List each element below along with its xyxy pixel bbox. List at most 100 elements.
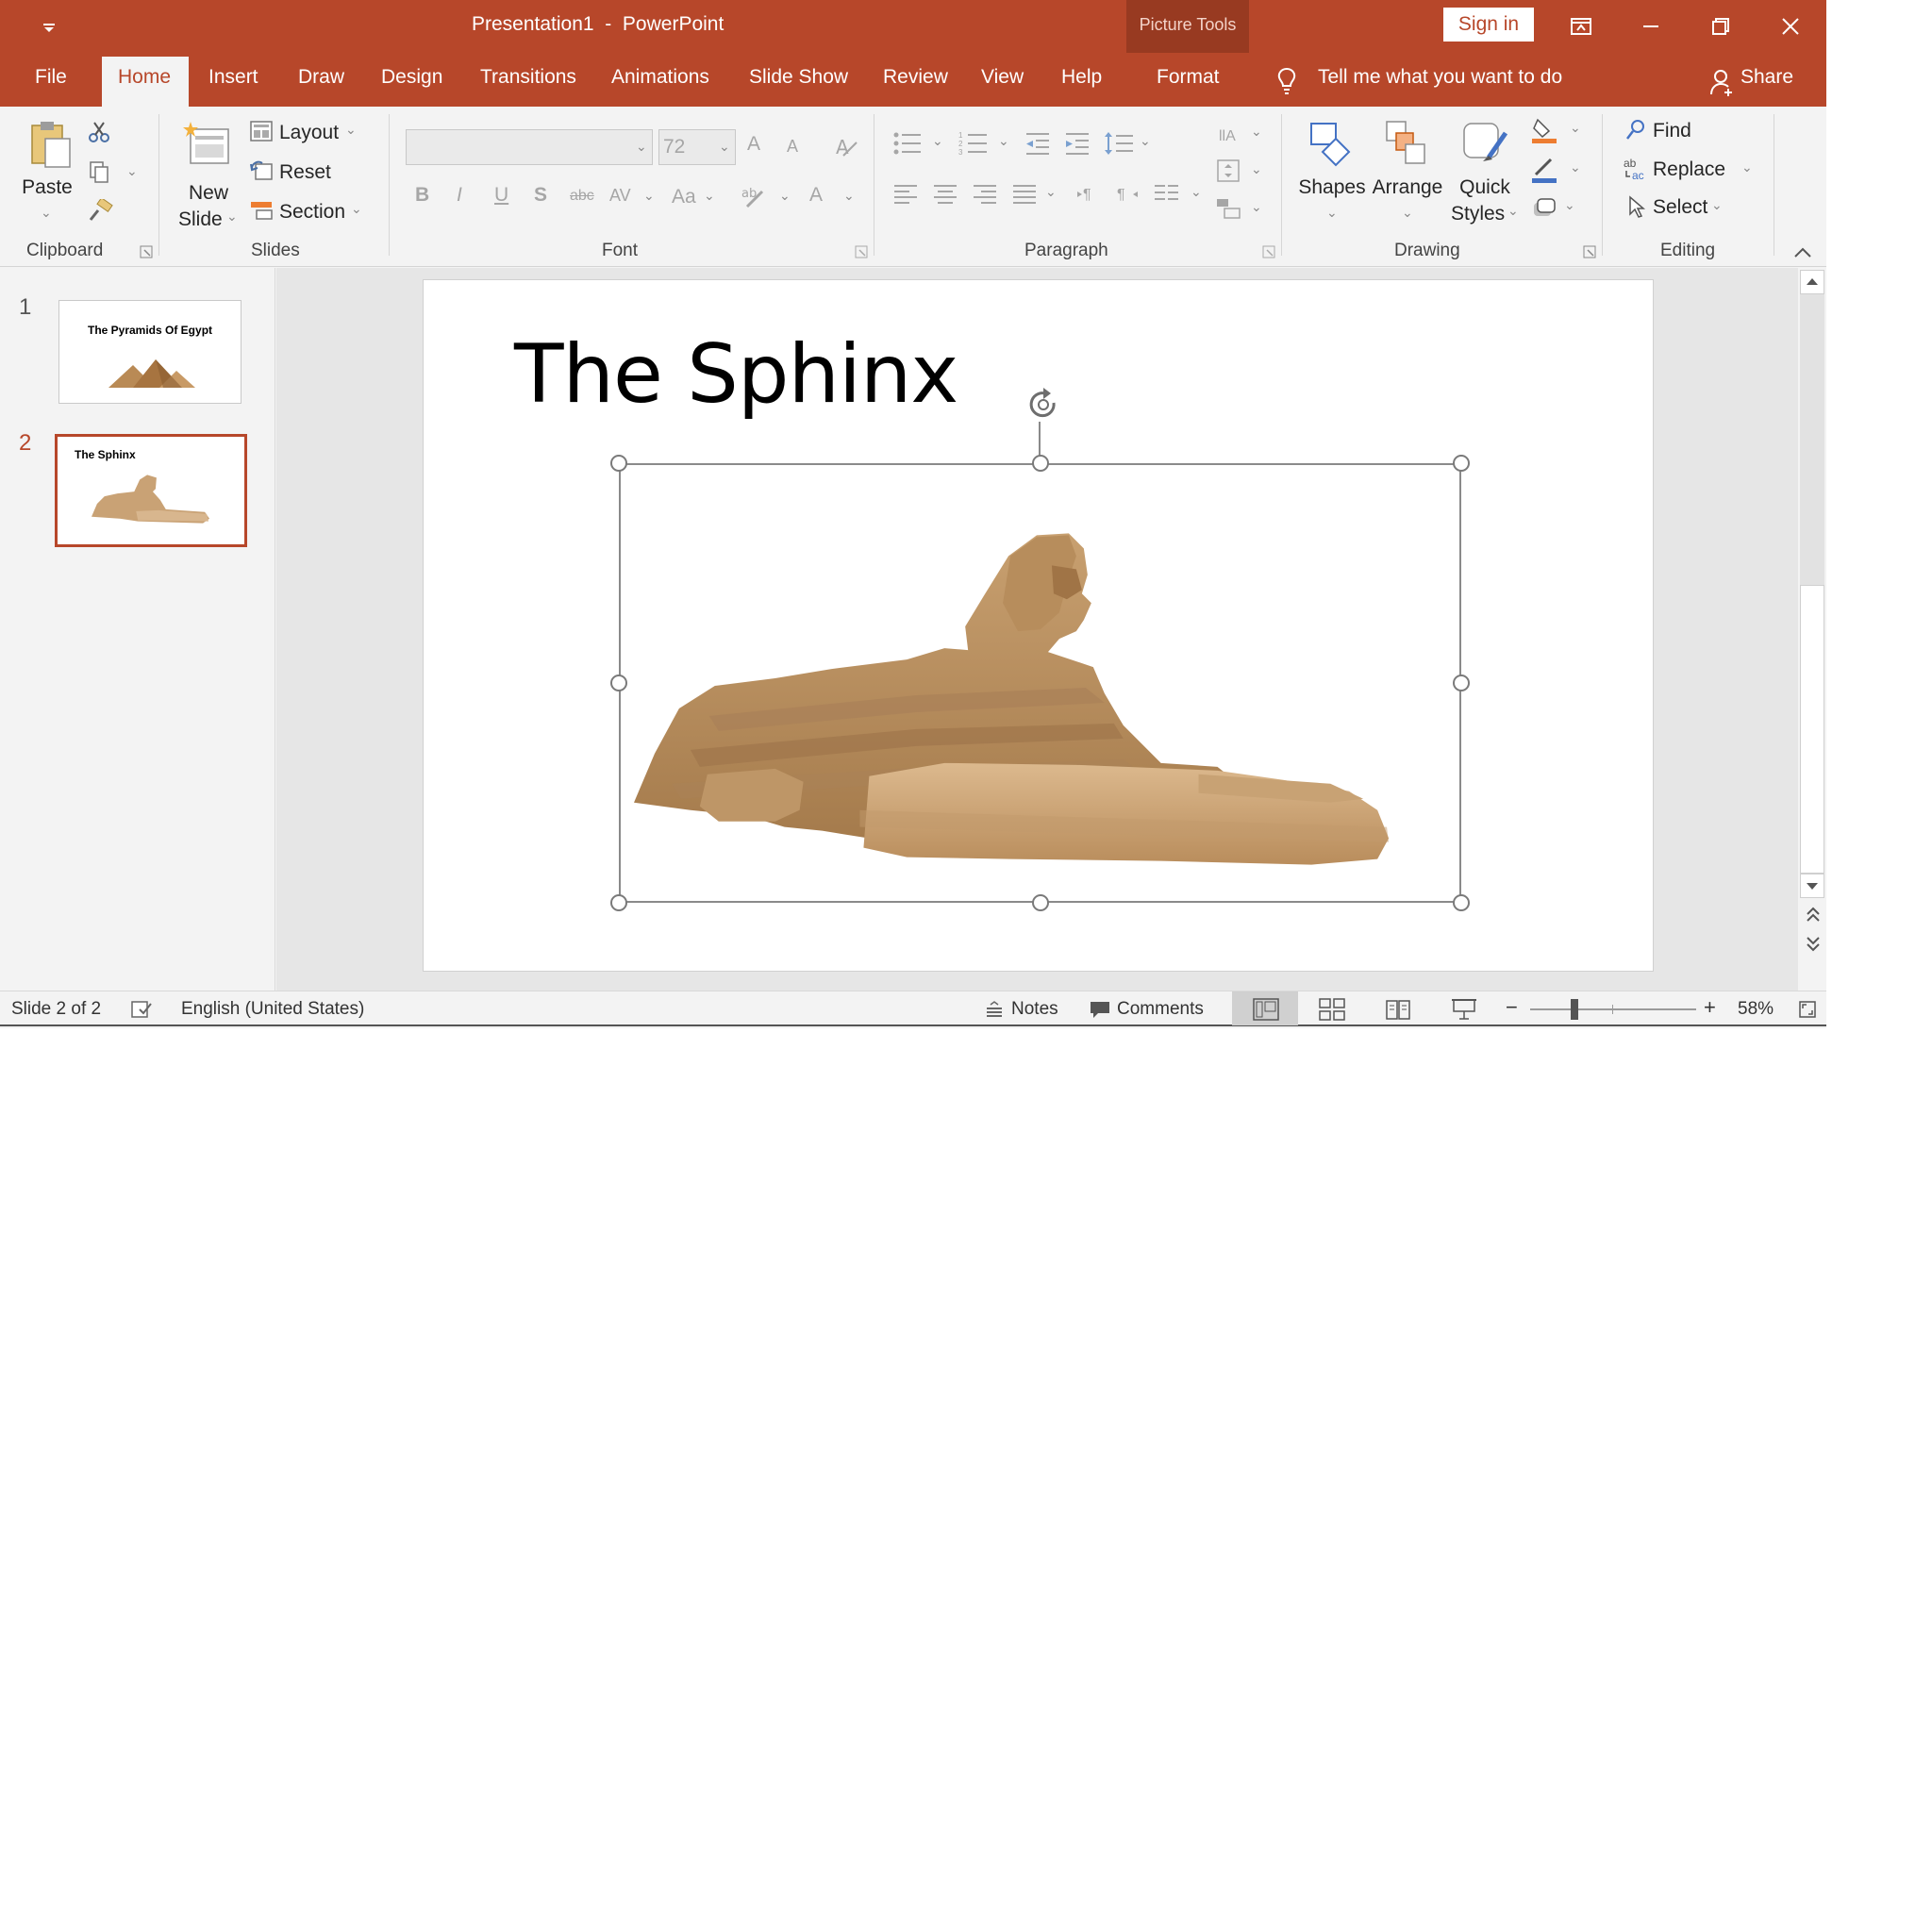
clear-formatting-icon[interactable]: A bbox=[834, 135, 860, 159]
tab-animations[interactable]: Animations bbox=[611, 66, 709, 89]
decrease-indent-icon[interactable] bbox=[1024, 129, 1053, 158]
reset-button[interactable]: Reset bbox=[279, 161, 331, 184]
align-text-dropdown-icon[interactable]: ⌄ bbox=[1251, 161, 1262, 177]
format-painter-icon[interactable] bbox=[87, 199, 113, 224]
cut-icon[interactable] bbox=[87, 120, 111, 144]
zoom-slider-thumb[interactable] bbox=[1571, 999, 1578, 1020]
shapes-icon[interactable] bbox=[1307, 120, 1355, 167]
font-size-dropdown-icon[interactable]: ⌄ bbox=[719, 139, 730, 155]
layout-dropdown-icon[interactable]: ⌄ bbox=[345, 122, 357, 138]
selected-picture[interactable] bbox=[610, 455, 1470, 911]
copy-dropdown-icon[interactable]: ⌄ bbox=[126, 163, 138, 179]
shapes-dropdown-icon[interactable]: ⌄ bbox=[1326, 205, 1338, 221]
slide-thumbnail-1[interactable]: The Pyramids Of Egypt bbox=[58, 300, 242, 404]
tab-transitions[interactable]: Transitions bbox=[480, 66, 576, 89]
shape-fill-dropdown-icon[interactable]: ⌄ bbox=[1570, 120, 1581, 136]
slide-sorter-icon[interactable] bbox=[1319, 998, 1345, 1021]
resize-handle-top[interactable] bbox=[1032, 455, 1049, 472]
close-icon[interactable] bbox=[1772, 8, 1809, 45]
text-direction-icon[interactable]: llA bbox=[1215, 120, 1243, 148]
font-launcher-icon[interactable] bbox=[855, 245, 868, 258]
tab-view[interactable]: View bbox=[981, 66, 1024, 89]
copy-icon[interactable] bbox=[87, 159, 111, 184]
replace-dropdown-icon[interactable]: ⌄ bbox=[1741, 159, 1753, 175]
zoom-level[interactable]: 58% bbox=[1738, 999, 1774, 1020]
reading-view-icon[interactable] bbox=[1385, 998, 1411, 1021]
slide-canvas[interactable]: The Sphinx bbox=[423, 279, 1654, 972]
notes-button[interactable]: Notes bbox=[1011, 999, 1058, 1020]
paste-dropdown-icon[interactable]: ⌄ bbox=[41, 205, 52, 221]
text-direction-dropdown-icon[interactable]: ⌄ bbox=[1251, 124, 1262, 140]
tell-me-search[interactable]: Tell me what you want to do bbox=[1318, 66, 1562, 89]
columns-dropdown-icon[interactable]: ⌄ bbox=[1191, 184, 1202, 200]
arrange-dropdown-icon[interactable]: ⌄ bbox=[1402, 205, 1413, 221]
resize-handle-right[interactable] bbox=[1453, 675, 1470, 691]
select-dropdown-icon[interactable]: ⌄ bbox=[1711, 197, 1723, 213]
section-dropdown-icon[interactable]: ⌄ bbox=[351, 201, 362, 217]
restore-icon[interactable] bbox=[1702, 8, 1740, 45]
align-center-icon[interactable] bbox=[932, 180, 960, 208]
justify-icon[interactable] bbox=[1011, 180, 1040, 208]
columns-icon[interactable] bbox=[1153, 180, 1181, 208]
smartart-icon[interactable] bbox=[1215, 195, 1243, 224]
strikethrough-button[interactable]: abc bbox=[570, 188, 594, 205]
accessibility-check-icon[interactable] bbox=[130, 1000, 153, 1019]
quick-styles-icon[interactable] bbox=[1460, 120, 1509, 167]
highlight-dropdown-icon[interactable]: ⌄ bbox=[779, 188, 791, 204]
language-indicator[interactable]: English (United States) bbox=[181, 999, 364, 1020]
quick-styles-label-2[interactable]: Styles bbox=[1451, 203, 1505, 225]
clipboard-launcher-icon[interactable] bbox=[140, 245, 153, 258]
layout-button[interactable]: Layout bbox=[279, 122, 339, 144]
scroll-track-upper[interactable] bbox=[1800, 294, 1824, 611]
minimize-icon[interactable] bbox=[1632, 8, 1670, 45]
font-name-dropdown-icon[interactable]: ⌄ bbox=[636, 139, 647, 155]
left-to-right-icon[interactable]: ¶ bbox=[1075, 180, 1104, 208]
zoom-out-button[interactable]: − bbox=[1506, 995, 1518, 1020]
resize-handle-bottom[interactable] bbox=[1032, 894, 1049, 911]
resize-handle-left[interactable] bbox=[610, 675, 627, 691]
resize-handle-top-right[interactable] bbox=[1453, 455, 1470, 472]
character-spacing-dropdown-icon[interactable]: ⌄ bbox=[643, 188, 655, 204]
line-spacing-dropdown-icon[interactable]: ⌄ bbox=[1140, 133, 1151, 149]
zoom-slider[interactable] bbox=[1530, 1008, 1696, 1010]
ribbon-display-options-icon[interactable] bbox=[1562, 8, 1600, 45]
previous-slide-icon[interactable] bbox=[1804, 906, 1823, 924]
zoom-in-button[interactable]: + bbox=[1704, 995, 1716, 1020]
new-slide-label-2[interactable]: Slide bbox=[178, 208, 223, 231]
bold-button[interactable]: B bbox=[415, 184, 429, 207]
tab-review[interactable]: Review bbox=[883, 66, 948, 89]
tab-format[interactable]: Format bbox=[1157, 66, 1220, 89]
quick-styles-label-1[interactable]: Quick bbox=[1449, 176, 1521, 199]
shape-outline-icon[interactable] bbox=[1530, 156, 1558, 184]
shape-effects-dropdown-icon[interactable]: ⌄ bbox=[1564, 197, 1575, 213]
new-slide-icon[interactable] bbox=[183, 120, 232, 169]
slide-thumbnail-2[interactable]: The Sphinx bbox=[55, 434, 247, 547]
tab-slide-show[interactable]: Slide Show bbox=[749, 66, 848, 89]
replace-button[interactable]: Replace bbox=[1653, 158, 1725, 181]
shrink-font-button[interactable]: A bbox=[787, 137, 798, 157]
sign-in-button[interactable]: Sign in bbox=[1443, 8, 1534, 42]
tab-draw[interactable]: Draw bbox=[298, 66, 344, 89]
slide-show-view-icon[interactable] bbox=[1451, 998, 1477, 1021]
quick-styles-dropdown-icon[interactable]: ⌄ bbox=[1507, 203, 1519, 219]
numbering-icon[interactable]: 1 2 3 bbox=[958, 129, 991, 158]
section-button[interactable]: Section bbox=[279, 201, 345, 224]
paste-icon[interactable] bbox=[28, 120, 72, 169]
underline-button[interactable]: U bbox=[494, 184, 508, 207]
grow-font-button[interactable]: A bbox=[747, 133, 760, 156]
character-spacing-button[interactable]: AV bbox=[609, 186, 631, 206]
tab-home[interactable]: Home bbox=[118, 66, 171, 89]
rotate-handle-icon[interactable] bbox=[1024, 386, 1062, 424]
normal-view-icon[interactable] bbox=[1253, 998, 1279, 1021]
numbering-dropdown-icon[interactable]: ⌄ bbox=[998, 133, 1009, 149]
tab-insert[interactable]: Insert bbox=[208, 66, 258, 89]
tab-design[interactable]: Design bbox=[381, 66, 442, 89]
scroll-thumb[interactable] bbox=[1800, 585, 1824, 874]
resize-handle-bottom-left[interactable] bbox=[610, 894, 627, 911]
scroll-down-icon[interactable] bbox=[1800, 874, 1824, 898]
text-shadow-button[interactable]: S bbox=[534, 184, 547, 207]
arrange-icon[interactable] bbox=[1385, 120, 1428, 167]
comments-button[interactable]: Comments bbox=[1117, 999, 1204, 1020]
resize-handle-top-left[interactable] bbox=[610, 455, 627, 472]
justify-dropdown-icon[interactable]: ⌄ bbox=[1045, 184, 1057, 200]
